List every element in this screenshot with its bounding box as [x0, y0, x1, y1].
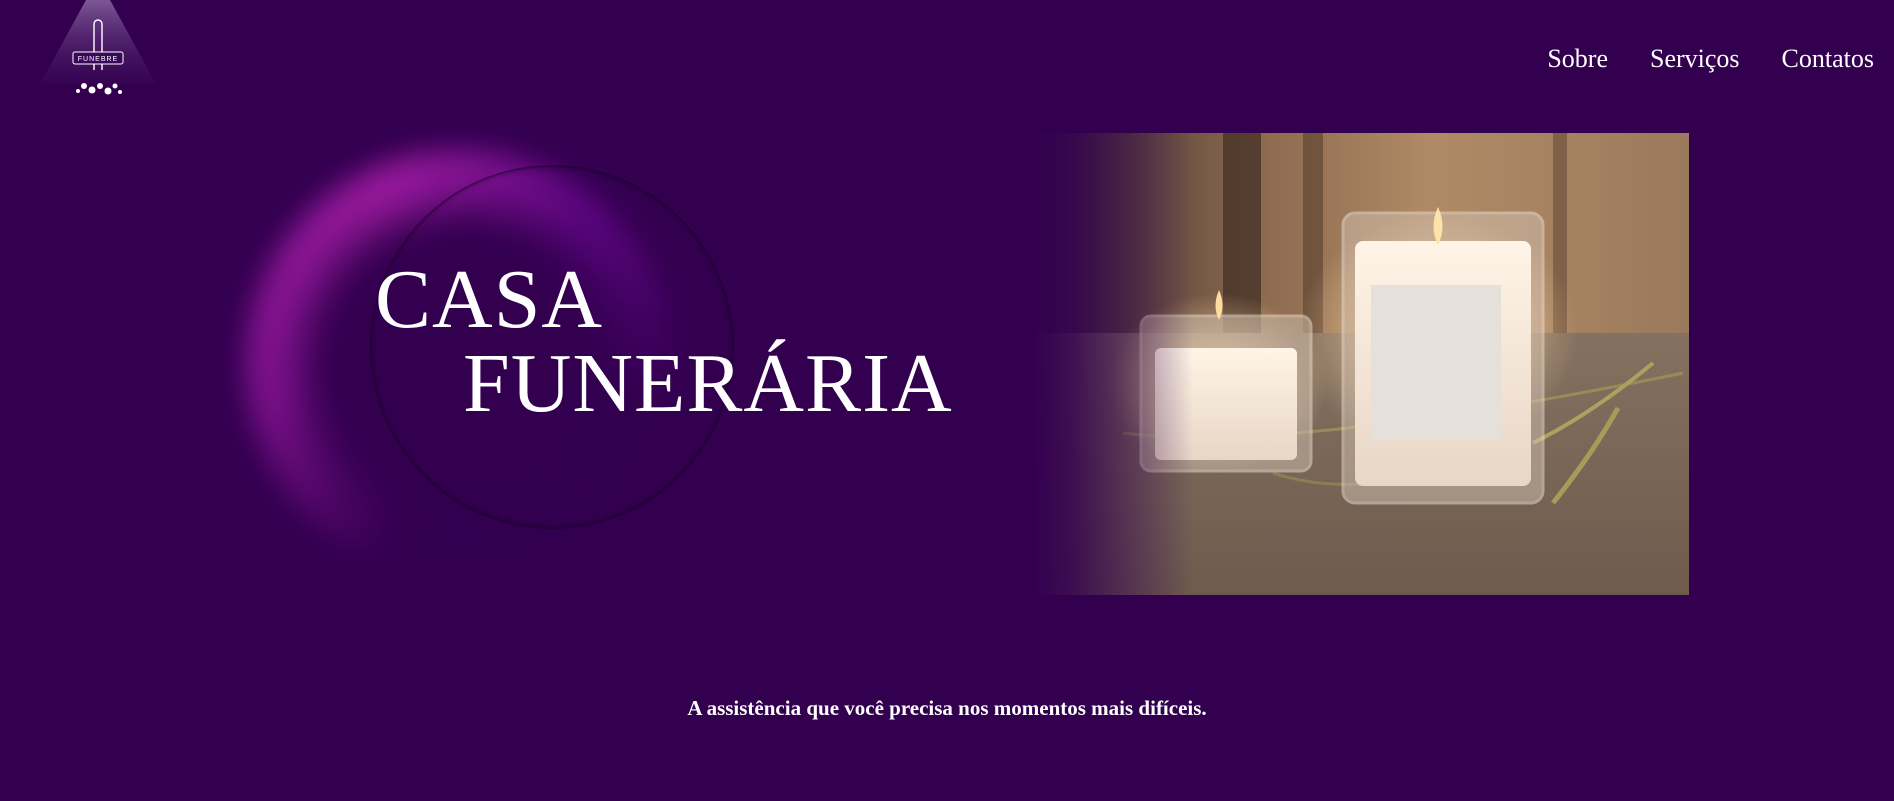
- nav-link-contatos[interactable]: Contatos: [1782, 44, 1874, 74]
- hero-title-line1: CASA: [375, 253, 604, 346]
- logo-text: FUNEBRE: [78, 56, 118, 63]
- hero-tagline: A assistência que você precisa nos momen…: [687, 696, 1207, 720]
- candles-image: [1033, 133, 1689, 595]
- page: FUNEBRE Sobre Serviços Contatos CASA FUN…: [0, 0, 1894, 801]
- brand-logo[interactable]: FUNEBRE: [38, 0, 158, 104]
- main-nav: Sobre Serviços Contatos: [1547, 44, 1874, 74]
- candles-photo: [1033, 133, 1689, 595]
- nav-link-sobre[interactable]: Sobre: [1547, 44, 1608, 74]
- nav-link-servicos[interactable]: Serviços: [1650, 44, 1740, 74]
- hero-title: CASA FUNERÁRIA: [375, 258, 953, 426]
- logo-emblem-icon: FUNEBRE: [40, 0, 156, 95]
- hero-title-line2: FUNERÁRIA: [463, 337, 953, 430]
